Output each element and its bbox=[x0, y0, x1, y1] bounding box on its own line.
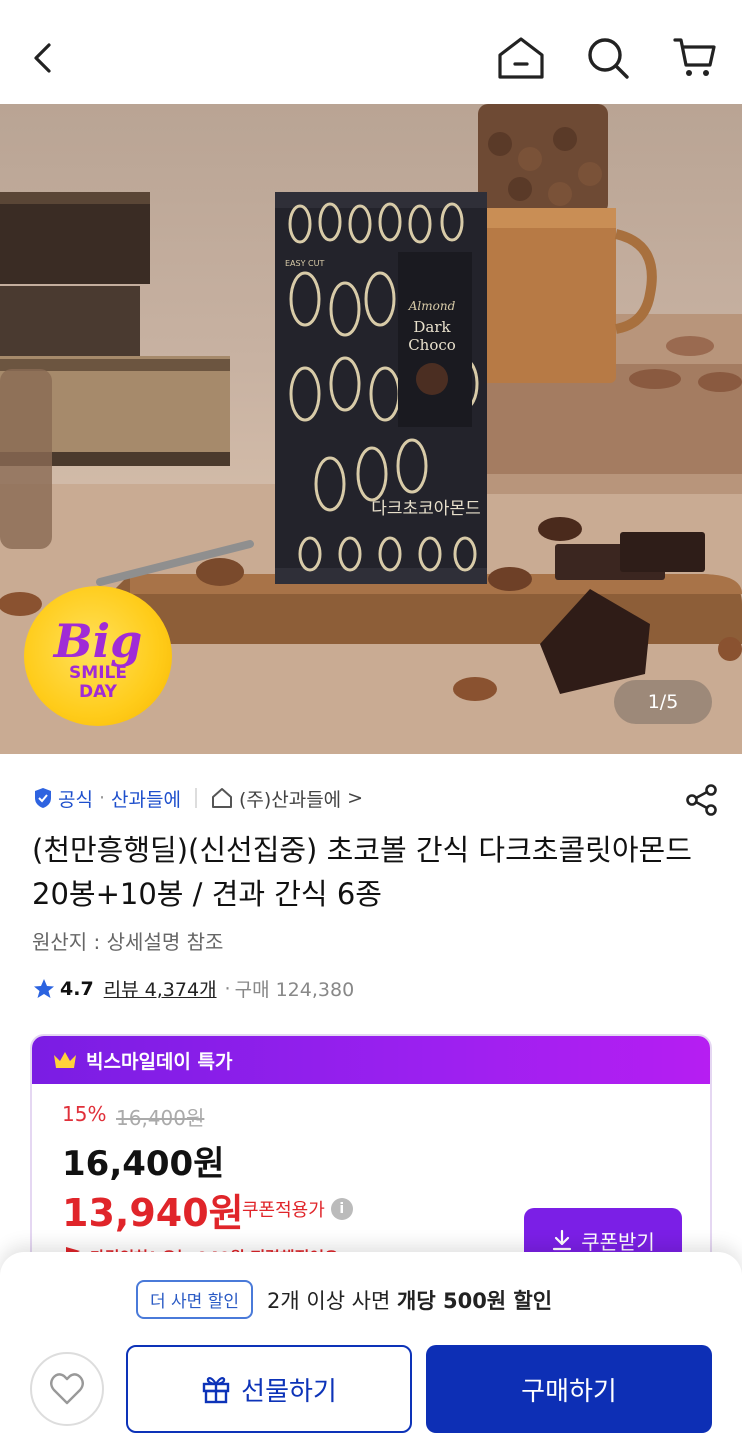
rating-value: 4.7 bbox=[60, 977, 94, 1000]
deal-header: 빅스마일데이 특가 bbox=[32, 1036, 710, 1084]
search-icon bbox=[588, 38, 629, 79]
pack-choco: Choco bbox=[408, 336, 456, 354]
product-origin: 원산지 : 상세설명 참조 bbox=[32, 930, 224, 954]
dot-separator: · bbox=[98, 787, 106, 809]
gift-button[interactable]: 선물하기 bbox=[126, 1345, 412, 1433]
dot-separator: · bbox=[224, 977, 231, 1000]
cart-button[interactable] bbox=[667, 30, 723, 86]
coupon-price-label: 쿠폰적용가 bbox=[242, 1200, 325, 1221]
search-button[interactable] bbox=[580, 30, 636, 86]
multi-buy-text-bold: 개당 500원 할인 bbox=[397, 1288, 553, 1313]
original-price: 16,400원 bbox=[116, 1106, 205, 1130]
home-icon bbox=[498, 37, 544, 79]
price: 16,400원 bbox=[62, 1144, 225, 1184]
buy-button[interactable]: 구매하기 bbox=[426, 1345, 712, 1433]
seller-name-link[interactable]: 산과들에 bbox=[111, 785, 181, 812]
badge-day-text: DAY bbox=[79, 682, 117, 702]
official-label: 공식 bbox=[32, 785, 93, 812]
chevron-right-icon: > bbox=[347, 787, 364, 809]
big-smile-day-badge: Big SMILE DAY bbox=[24, 586, 172, 726]
share-button[interactable] bbox=[682, 780, 722, 820]
product-title: (천만흥행딜)(신선집중) 초코볼 간식 다크초콜릿아몬드 20봉+10봉 / … bbox=[32, 833, 692, 911]
store-name: (주)산과들에 bbox=[238, 788, 342, 811]
rating-row: 4.7 리뷰 4,374개 · 구매 124,380 bbox=[32, 975, 354, 1002]
multi-buy-tag: 더 사면 할인 bbox=[136, 1280, 254, 1319]
crown-icon bbox=[54, 1052, 76, 1068]
purchase-bottom-sheet: 더 사면 할인 2개 이상 사면 개당 500원 할인 선물하기 구매하기 bbox=[0, 1252, 742, 1440]
image-counter: 1/5 bbox=[614, 680, 712, 724]
share-icon bbox=[686, 784, 717, 816]
star-icon bbox=[34, 978, 54, 998]
wishlist-button[interactable] bbox=[30, 1352, 104, 1426]
buy-button-label: 구매하기 bbox=[521, 1376, 617, 1407]
purchase-count: 구매 124,380 bbox=[234, 979, 355, 1001]
cart-icon bbox=[673, 38, 716, 76]
product-image-carousel[interactable]: EASY CUT Almond Dark Choco 다크초코아몬드 Big S… bbox=[0, 104, 742, 754]
home-button[interactable] bbox=[493, 30, 549, 86]
sale-price: 13,940원 bbox=[62, 1191, 244, 1235]
multi-buy-text: 2개 이상 사면 개당 500원 할인 bbox=[267, 1285, 552, 1315]
pack-almond: Almond bbox=[408, 299, 456, 313]
back-button[interactable] bbox=[16, 30, 72, 86]
pack-easy-cut: EASY CUT bbox=[285, 259, 324, 268]
pack-korean-name: 다크초코아몬드 bbox=[371, 499, 480, 519]
store-home-icon bbox=[211, 788, 232, 808]
official-text: 공식 bbox=[58, 788, 93, 811]
pack-dark: Dark bbox=[413, 318, 451, 336]
store-link[interactable]: (주)산과들에 > bbox=[211, 785, 363, 812]
gift-icon bbox=[202, 1377, 230, 1404]
info-icon[interactable]: i bbox=[330, 1198, 353, 1220]
multi-buy-text-pre: 2개 이상 사면 bbox=[267, 1288, 398, 1313]
divider bbox=[194, 788, 197, 808]
download-icon bbox=[553, 1229, 572, 1251]
official-shield-icon bbox=[35, 788, 51, 808]
review-link[interactable]: 리뷰 4,374개 bbox=[104, 975, 217, 1002]
heart-icon bbox=[50, 1373, 84, 1405]
multi-buy-discount: 더 사면 할인 2개 이상 사면 개당 500원 할인 bbox=[136, 1280, 552, 1319]
coupon-button-label: 쿠폰받기 bbox=[581, 1229, 655, 1254]
gift-button-label: 선물하기 bbox=[241, 1376, 337, 1407]
badge-smile-text: SMILE bbox=[69, 663, 127, 683]
top-app-bar bbox=[0, 0, 742, 104]
chevron-left-icon bbox=[34, 43, 51, 73]
seller-row: 공식 · 산과들에 (주)산과들에 > bbox=[32, 780, 722, 816]
coupon-price-note[interactable]: 쿠폰적용가 i bbox=[242, 1196, 353, 1222]
deal-header-text: 빅스마일데이 특가 bbox=[86, 1050, 233, 1073]
badge-big-text: Big bbox=[53, 614, 143, 668]
discount-percent: 15% bbox=[62, 1102, 107, 1126]
